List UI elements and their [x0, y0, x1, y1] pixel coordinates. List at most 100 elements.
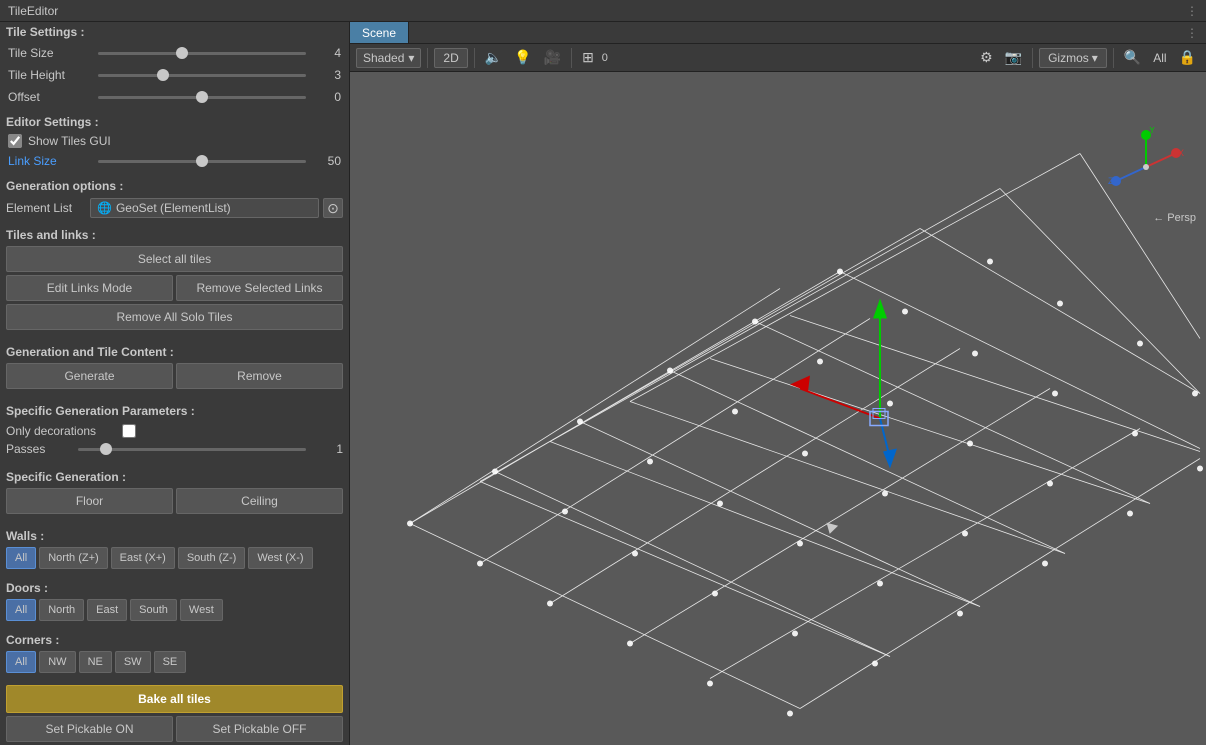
generation-options-section: Generation options : — [0, 176, 349, 196]
offset-slider-container — [98, 96, 306, 99]
tile-height-slider[interactable] — [98, 74, 306, 77]
door-north-btn[interactable]: North — [39, 599, 84, 621]
door-east-btn[interactable]: East — [87, 599, 127, 621]
wall-south-btn[interactable]: South (Z-) — [178, 547, 246, 569]
scene-panel: Scene ⋮ Shaded ▾ 2D 🔈 💡 🎥 ⊞ 0 ⚙ 📷 — [350, 22, 1206, 745]
left-panel: Tile Settings : Tile Size 4 Tile Height … — [0, 22, 350, 745]
audio-icon-btn[interactable]: 🔈 — [481, 47, 506, 68]
passes-label: Passes — [6, 442, 66, 456]
offset-row: Offset 0 — [0, 86, 349, 108]
scene-tab[interactable]: Scene — [350, 22, 409, 43]
gen-btns-row: Generate Remove — [6, 363, 343, 389]
2d-btn[interactable]: 2D — [434, 48, 467, 68]
lock-icon-btn[interactable]: 🔒 — [1175, 47, 1200, 68]
toolbar-sep-5 — [1113, 48, 1114, 68]
wall-west-btn[interactable]: West (X-) — [248, 547, 312, 569]
element-list-reset-btn[interactable]: ⊙ — [323, 198, 343, 218]
scene-tab-dots[interactable]: ⋮ — [1178, 22, 1206, 43]
floor-btn[interactable]: Floor — [6, 488, 173, 514]
pickable-row: Set Pickable ON Set Pickable OFF — [6, 716, 343, 742]
tile-height-value: 3 — [306, 68, 341, 82]
tile-size-value: 4 — [306, 46, 341, 60]
only-decorations-label: Only decorations — [6, 424, 116, 438]
corner-ne-btn[interactable]: NE — [79, 651, 112, 673]
corner-nw-btn[interactable]: NW — [39, 651, 75, 673]
layer-count: 0 — [602, 52, 608, 64]
gizmos-label: Gizmos — [1048, 51, 1089, 65]
scene-tab-bar: Scene ⋮ — [350, 22, 1206, 44]
only-decorations-checkbox[interactable] — [122, 424, 136, 438]
select-all-tiles-btn[interactable]: Select all tiles — [6, 246, 343, 272]
remove-btn[interactable]: Remove — [176, 363, 343, 389]
wall-all-btn[interactable]: All — [6, 547, 36, 569]
link-size-row: Link Size 50 — [0, 150, 349, 172]
generate-btn[interactable]: Generate — [6, 363, 173, 389]
set-pickable-off-btn[interactable]: Set Pickable OFF — [176, 716, 343, 742]
gizmos-btn[interactable]: Gizmos ▾ — [1039, 48, 1107, 68]
door-south-btn[interactable]: South — [130, 599, 177, 621]
offset-label: Offset — [8, 90, 98, 104]
set-pickable-on-btn[interactable]: Set Pickable ON — [6, 716, 173, 742]
remove-all-solo-tiles-btn[interactable]: Remove All Solo Tiles — [6, 304, 343, 330]
tile-height-slider-container — [98, 74, 306, 77]
toolbar-sep-2 — [474, 48, 475, 68]
edit-links-mode-btn[interactable]: Edit Links Mode — [6, 275, 173, 301]
doors-section: Doors : All North East South West — [0, 577, 349, 625]
show-tiles-gui-row: Show Tiles GUI — [0, 132, 349, 150]
show-tiles-gui-checkbox[interactable] — [8, 134, 22, 148]
link-size-slider[interactable] — [98, 160, 306, 163]
corner-all-btn[interactable]: All — [6, 651, 36, 673]
light-icon-btn[interactable]: 💡 — [510, 47, 535, 68]
walls-btns-row: All North (Z+) East (X+) South (Z-) West… — [6, 547, 343, 569]
corner-sw-btn[interactable]: SW — [115, 651, 151, 673]
tile-size-slider[interactable] — [98, 52, 306, 55]
shaded-chevron: ▾ — [408, 51, 414, 65]
tile-height-label: Tile Height — [8, 68, 98, 82]
generation-options-header: Generation options : — [6, 179, 123, 193]
editor-settings-section: Editor Settings : — [0, 112, 349, 132]
toolbar-settings-icon[interactable]: ⚙ — [976, 47, 997, 68]
tile-settings-section: Tile Settings : — [0, 22, 349, 42]
wall-north-btn[interactable]: North (Z+) — [39, 547, 107, 569]
search-icon-btn[interactable]: 🔍 — [1120, 47, 1145, 68]
passes-slider[interactable] — [78, 448, 306, 451]
element-list-value[interactable]: 🌐 GeoSet (ElementList) — [90, 198, 319, 218]
show-tiles-gui-label: Show Tiles GUI — [28, 134, 111, 148]
tile-settings-header: Tile Settings : — [6, 25, 84, 39]
tile-height-row: Tile Height 3 — [0, 64, 349, 86]
editor-settings-header: Editor Settings : — [6, 115, 99, 129]
bake-all-tiles-btn[interactable]: Bake all tiles — [6, 685, 343, 713]
camera-icon-btn[interactable]: 🎥 — [540, 47, 565, 68]
tile-size-row: Tile Size 4 — [0, 42, 349, 64]
main-layout: Tile Settings : Tile Size 4 Tile Height … — [0, 22, 1206, 745]
links-btns-row: Edit Links Mode Remove Selected Links — [6, 275, 343, 301]
bottom-buttons: Bake all tiles Set Pickable ON Set Picka… — [0, 681, 349, 745]
svg-text:Y: Y — [1149, 127, 1155, 135]
ceiling-btn[interactable]: Ceiling — [176, 488, 343, 514]
corner-se-btn[interactable]: SE — [154, 651, 187, 673]
element-list-icon: 🌐 — [97, 201, 112, 215]
remove-selected-links-btn[interactable]: Remove Selected Links — [176, 275, 343, 301]
all-label: All — [1149, 51, 1170, 65]
tile-editor-title: TileEditor — [0, 4, 66, 18]
top-bar-menu-icon[interactable]: ⋮ — [1178, 4, 1206, 18]
specific-params-header: Specific Generation Parameters : — [6, 404, 343, 418]
only-decorations-row: Only decorations — [6, 422, 343, 440]
shaded-dropdown[interactable]: Shaded ▾ — [356, 48, 421, 68]
walls-section: Walls : All North (Z+) East (X+) South (… — [0, 525, 349, 573]
specific-gen-header: Specific Generation : — [6, 470, 343, 484]
scene-viewport: Y X Z ← Persp — [350, 72, 1206, 745]
link-size-value: 50 — [306, 154, 341, 168]
wall-east-btn[interactable]: East (X+) — [111, 547, 175, 569]
offset-slider[interactable] — [98, 96, 306, 99]
orientation-widget: Y X Z — [1106, 127, 1186, 207]
tile-size-label: Tile Size — [8, 46, 98, 60]
element-list-label: Element List — [6, 201, 86, 215]
door-west-btn[interactable]: West — [180, 599, 223, 621]
walls-header: Walls : — [6, 529, 343, 543]
gen-header: Generation and Tile Content : — [6, 345, 343, 359]
element-list-row: Element List 🌐 GeoSet (ElementList) ⊙ — [0, 196, 349, 220]
toolbar-camera-icon[interactable]: 📷 — [1001, 47, 1026, 68]
door-all-btn[interactable]: All — [6, 599, 36, 621]
layer-icon-btn[interactable]: ⊞ — [578, 47, 598, 68]
